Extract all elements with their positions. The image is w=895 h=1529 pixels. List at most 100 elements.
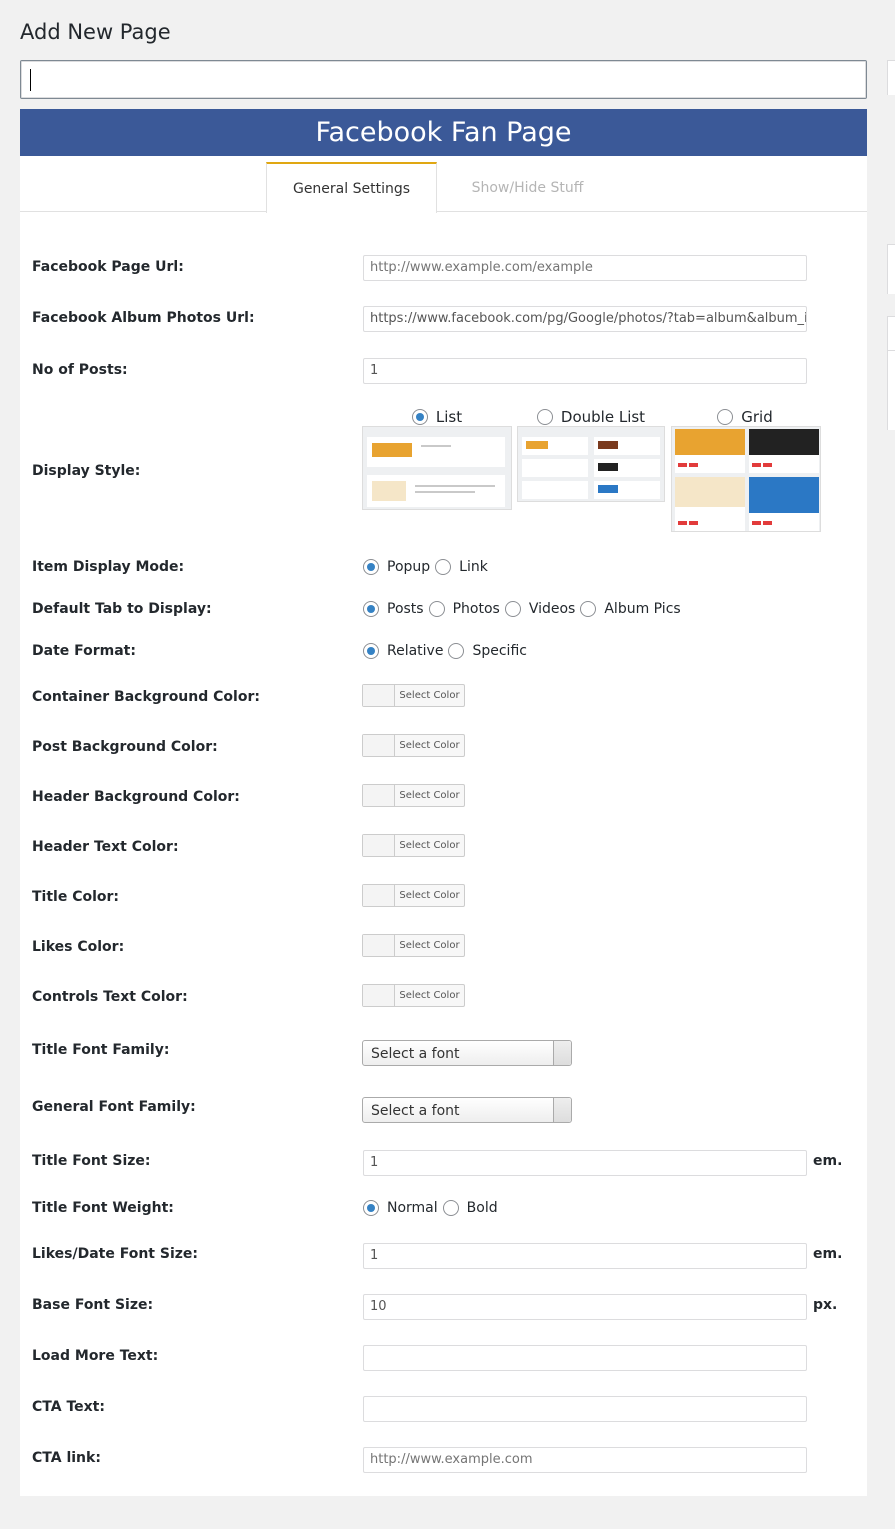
- radio-button[interactable]: [717, 409, 734, 425]
- album-url-label: Facebook Album Photos Url:: [32, 310, 255, 326]
- base-font-size-label: Base Font Size:: [32, 1297, 154, 1313]
- plugin-banner: Facebook Fan Page: [20, 109, 867, 156]
- controls-text-color-label: Controls Text Color:: [32, 989, 188, 1005]
- title-font-weight-options: Normal Bold: [363, 1200, 503, 1216]
- color-swatch: [363, 835, 395, 856]
- radio-button[interactable]: [536, 409, 553, 425]
- radio-relative[interactable]: [363, 643, 379, 659]
- settings-panel: Facebook Fan Page General Settings Show/…: [20, 109, 867, 1496]
- no-posts-label: No of Posts:: [32, 362, 128, 378]
- header-bg-color-picker[interactable]: Select Color: [362, 784, 465, 807]
- cta-text-input[interactable]: [363, 1396, 807, 1422]
- likes-font-size-label: Likes/Date Font Size:: [32, 1246, 198, 1262]
- color-swatch: [363, 685, 395, 706]
- double-list-preview-image: [517, 426, 665, 502]
- no-posts-input[interactable]: 1: [363, 358, 807, 384]
- select-color-label: Select Color: [399, 790, 460, 801]
- radio-bold[interactable]: [442, 1200, 459, 1216]
- title-font-family-label: Title Font Family:: [32, 1042, 170, 1058]
- title-font-size-input[interactable]: 1: [363, 1150, 807, 1176]
- select-value: Select a font: [371, 1103, 460, 1119]
- page-title-input[interactable]: [20, 60, 867, 99]
- select-color-label: Select Color: [399, 690, 460, 701]
- display-style-list[interactable]: List: [362, 407, 512, 427]
- text-caret: [30, 69, 31, 91]
- option-label: Specific: [472, 643, 527, 659]
- default-tab-label: Default Tab to Display:: [32, 601, 212, 617]
- select-color-label: Select Color: [399, 840, 460, 851]
- option-label: Bold: [466, 1200, 498, 1216]
- post-bg-color-label: Post Background Color:: [32, 739, 218, 755]
- container-bg-color-picker[interactable]: Select Color: [362, 684, 465, 707]
- select-color-label: Select Color: [399, 940, 460, 951]
- title-font-size-label: Title Font Size:: [32, 1153, 151, 1169]
- color-swatch: [363, 935, 395, 956]
- title-color-label: Title Color:: [32, 889, 120, 905]
- load-more-text-input[interactable]: [363, 1345, 807, 1371]
- option-label: Videos: [528, 601, 576, 617]
- select-value: Select a font: [371, 1046, 460, 1062]
- page-url-input[interactable]: http://www.example.com/example: [363, 255, 807, 281]
- list-preview-image: [362, 426, 512, 510]
- option-label: Popup: [387, 559, 431, 575]
- general-font-family-select[interactable]: Select a font: [362, 1097, 572, 1123]
- radio-photos[interactable]: [428, 601, 445, 617]
- cta-text-label: CTA Text:: [32, 1399, 105, 1415]
- sidebar-edge: [887, 316, 895, 350]
- settings-tabs: General Settings Show/Hide Stuff: [20, 156, 867, 213]
- item-display-mode-label: Item Display Mode:: [32, 559, 185, 575]
- radio-normal[interactable]: [363, 1200, 379, 1216]
- controls-text-color-picker[interactable]: Select Color: [362, 984, 465, 1007]
- grid-preview-image: [671, 426, 821, 532]
- base-font-size-unit: px.: [813, 1297, 838, 1313]
- color-swatch: [363, 785, 395, 806]
- header-text-color-picker[interactable]: Select Color: [362, 834, 465, 857]
- base-font-size-input[interactable]: 10: [363, 1294, 807, 1320]
- display-style-list-label: List: [435, 408, 463, 426]
- option-label: Link: [459, 559, 488, 575]
- sidebar-edge: [887, 350, 895, 430]
- post-bg-color-picker[interactable]: Select Color: [362, 734, 465, 757]
- select-color-label: Select Color: [399, 990, 460, 1001]
- option-label: Posts: [387, 601, 424, 617]
- radio-link[interactable]: [435, 559, 452, 575]
- select-color-label: Select Color: [399, 740, 460, 751]
- page-url-label: Facebook Page Url:: [32, 259, 184, 275]
- tab-show-hide-stuff[interactable]: Show/Hide Stuff: [440, 162, 615, 213]
- likes-font-size-unit: em.: [813, 1246, 843, 1262]
- likes-color-picker[interactable]: Select Color: [362, 934, 465, 957]
- header-text-color-label: Header Text Color:: [32, 839, 179, 855]
- display-style-double-list[interactable]: Double List: [516, 407, 666, 427]
- title-color-picker[interactable]: Select Color: [362, 884, 465, 907]
- select-color-label: Select Color: [399, 890, 460, 901]
- radio-posts[interactable]: [363, 601, 379, 617]
- radio-videos[interactable]: [504, 601, 521, 617]
- dropdown-arrow-icon: [553, 1041, 571, 1065]
- title-font-weight-label: Title Font Weight:: [32, 1200, 174, 1216]
- radio-button[interactable]: [411, 409, 428, 425]
- album-url-input[interactable]: https://www.facebook.com/pg/Google/photo…: [363, 306, 807, 332]
- header-bg-color-label: Header Background Color:: [32, 789, 240, 805]
- radio-specific[interactable]: [448, 643, 465, 659]
- option-label: Relative: [387, 643, 444, 659]
- title-font-family-select[interactable]: Select a font: [362, 1040, 572, 1066]
- radio-album-pics[interactable]: [580, 601, 597, 617]
- option-label: Photos: [452, 601, 500, 617]
- default-tab-options: Posts Photos Videos Album Pics: [363, 601, 686, 617]
- display-style-grid-label: Grid: [741, 408, 773, 426]
- cta-link-label: CTA link:: [32, 1450, 101, 1466]
- option-label: Album Pics: [604, 601, 681, 617]
- general-font-family-label: General Font Family:: [32, 1099, 196, 1115]
- radio-popup[interactable]: [363, 559, 379, 575]
- tab-general-settings[interactable]: General Settings: [266, 162, 437, 213]
- page-heading: Add New Page: [20, 20, 171, 44]
- cta-link-input[interactable]: http://www.example.com: [363, 1447, 807, 1473]
- date-format-options: Relative Specific: [363, 643, 532, 659]
- likes-color-label: Likes Color:: [32, 939, 125, 955]
- container-bg-color-label: Container Background Color:: [32, 689, 260, 705]
- date-format-label: Date Format:: [32, 643, 136, 659]
- color-swatch: [363, 885, 395, 906]
- display-style-grid[interactable]: Grid: [670, 407, 820, 427]
- color-swatch: [363, 985, 395, 1006]
- likes-font-size-input[interactable]: 1: [363, 1243, 807, 1269]
